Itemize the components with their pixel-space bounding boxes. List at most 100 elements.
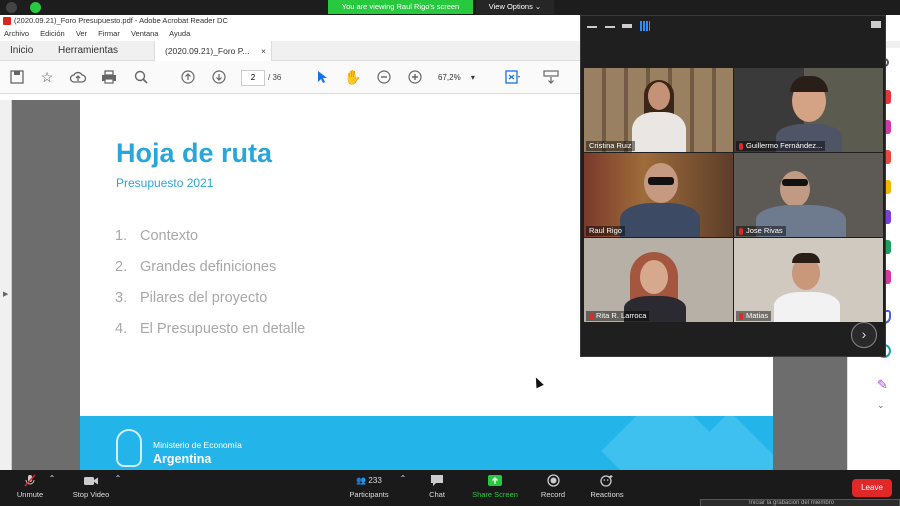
zoom-in-icon[interactable] — [405, 67, 425, 87]
close-tab-icon[interactable]: × — [261, 41, 266, 61]
participant-name: Rita R. Larroca — [586, 311, 650, 321]
tab-document[interactable]: (2020.09.21)_Foro P... × — [154, 41, 272, 61]
next-page-icon[interactable] — [209, 67, 229, 87]
record-button[interactable]: Record — [538, 474, 568, 499]
participant-name: Guillermo Fernández... — [736, 141, 826, 151]
hide-videos-icon[interactable] — [605, 21, 615, 28]
agenda-item: 4. El Presupuesto en detalle — [115, 321, 305, 352]
audio-options-chevron-icon[interactable]: ⌃ — [46, 474, 58, 483]
view-options-button[interactable]: View Options ⌄ — [476, 0, 554, 14]
video-tile[interactable]: Jose Rivas — [734, 153, 883, 237]
video-gallery-panel: Cristina Ruiz Guillermo Fernández... Rau… — [580, 15, 886, 357]
country-name: Argentina — [153, 452, 212, 466]
agenda-text: Grandes definiciones — [140, 259, 277, 275]
agenda-item: 1. Contexto — [115, 228, 305, 259]
smiley-plus-icon — [600, 475, 613, 487]
muted-mic-icon — [739, 142, 743, 150]
share-screen-icon — [488, 475, 502, 486]
video-tile-active-speaker[interactable]: Raul Rigo — [584, 153, 733, 237]
reactions-button[interactable]: Reactions — [588, 474, 626, 499]
window-title: (2020.09.21)_Foro Presupuesto.pdf - Adob… — [14, 16, 228, 25]
participant-name-label: Guillermo Fernández... — [746, 141, 823, 150]
pen-tool-icon[interactable]: ✎ — [877, 378, 891, 392]
search-icon[interactable] — [131, 67, 151, 87]
participant-body — [620, 203, 700, 237]
stop-video-button[interactable]: Stop Video — [70, 474, 112, 499]
participant-name-label: Matias — [746, 311, 769, 320]
participant-face — [648, 82, 670, 110]
page-number-input[interactable]: 2 — [241, 70, 265, 86]
slide-subtitle: Presupuesto 2021 — [116, 176, 214, 190]
participants-options-chevron-icon[interactable]: ⌃ — [397, 474, 409, 483]
save-icon[interactable] — [7, 67, 27, 87]
gallery-view-icon[interactable] — [640, 21, 650, 31]
chat-button[interactable]: Chat — [424, 474, 450, 499]
participant-name: Matias — [736, 311, 772, 321]
screen: You are viewing Raul Rigo's screen View … — [0, 0, 900, 506]
glasses-icon — [782, 179, 808, 186]
menu-archivo[interactable]: Archivo — [4, 29, 29, 38]
video-tile[interactable]: Guillermo Fernández... — [734, 68, 883, 152]
select-tool-icon[interactable] — [312, 67, 332, 87]
participant-name: Cristina Ruiz — [586, 141, 635, 151]
speaker-view-icon[interactable] — [622, 21, 632, 28]
viewer-margin-left — [12, 100, 80, 470]
left-pane-toggle[interactable]: ▶ — [0, 100, 12, 470]
menu-ayuda[interactable]: Ayuda — [169, 29, 190, 38]
participant-face — [640, 260, 668, 294]
prev-page-icon[interactable] — [178, 67, 198, 87]
zoom-level-select[interactable]: 67,2% ▾ — [438, 70, 488, 86]
muted-mic-icon — [739, 227, 743, 235]
video-options-chevron-icon[interactable]: ⌃ — [112, 474, 124, 483]
more-tools-chevron-icon[interactable]: ⌄ — [877, 398, 891, 412]
gallery-header — [581, 16, 887, 38]
print-icon[interactable] — [99, 67, 119, 87]
page-total: / 36 — [268, 73, 282, 82]
video-tile[interactable]: Rita R. Larroca — [584, 238, 733, 322]
reactions-label: Reactions — [590, 490, 624, 499]
participant-body — [632, 112, 686, 152]
menu-firmar[interactable]: Firmar — [98, 29, 120, 38]
video-tile[interactable]: Cristina Ruiz — [584, 68, 733, 152]
agenda-num: 4. — [115, 321, 128, 337]
star-icon[interactable]: ☆ — [37, 67, 57, 87]
agenda-num: 2. — [115, 259, 128, 275]
muted-mic-icon — [24, 474, 36, 487]
participant-name: Raul Rigo — [586, 226, 625, 236]
agenda-text: Contexto — [140, 228, 199, 244]
next-page-button[interactable]: › — [851, 322, 877, 348]
exit-fullscreen-icon[interactable] — [871, 21, 881, 28]
hand-tool-icon[interactable]: ✋ — [343, 67, 363, 87]
muted-mic-icon — [739, 312, 743, 320]
zoom-level-value: 67,2% — [438, 73, 461, 82]
participants-button[interactable]: 👥 233 Participants — [346, 474, 392, 499]
participant-body — [774, 292, 840, 322]
record-label: Record — [540, 490, 566, 499]
menu-ventana[interactable]: Ventana — [131, 29, 159, 38]
zoom-out-icon[interactable] — [374, 67, 394, 87]
security-shield-icon[interactable] — [30, 2, 41, 13]
agenda-item: 2. Grandes definiciones — [115, 259, 305, 290]
agenda-text: Pilares del proyecto — [140, 290, 268, 306]
agenda-num: 1. — [115, 228, 128, 244]
menu-ver[interactable]: Ver — [76, 29, 87, 38]
menu-edicion[interactable]: Edición — [40, 29, 65, 38]
cloud-upload-icon[interactable] — [68, 67, 88, 87]
minimize-icon[interactable] — [587, 21, 597, 28]
info-icon[interactable] — [6, 2, 17, 13]
share-screen-button[interactable]: Share Screen — [470, 474, 520, 499]
video-tile[interactable]: Matias — [734, 238, 883, 322]
leave-button[interactable]: Leave — [852, 479, 892, 497]
participants-count: 233 — [368, 476, 382, 485]
participant-face — [780, 171, 810, 207]
tab-inicio[interactable]: Inicio — [10, 41, 33, 61]
participant-name: Jose Rivas — [736, 226, 786, 236]
scroll-mode-icon[interactable] — [541, 67, 561, 87]
tab-herramientas[interactable]: Herramientas — [58, 41, 118, 61]
view-options-label: View Options — [488, 2, 533, 11]
zoom-top-bar: You are viewing Raul Rigo's screen View … — [0, 0, 900, 15]
agenda-item: 3. Pilares del proyecto — [115, 290, 305, 321]
fit-page-icon[interactable] — [503, 67, 523, 87]
unmute-button[interactable]: Unmute — [14, 474, 46, 499]
agenda-list: 1. Contexto 2. Grandes definiciones 3. Pila… — [115, 228, 305, 352]
